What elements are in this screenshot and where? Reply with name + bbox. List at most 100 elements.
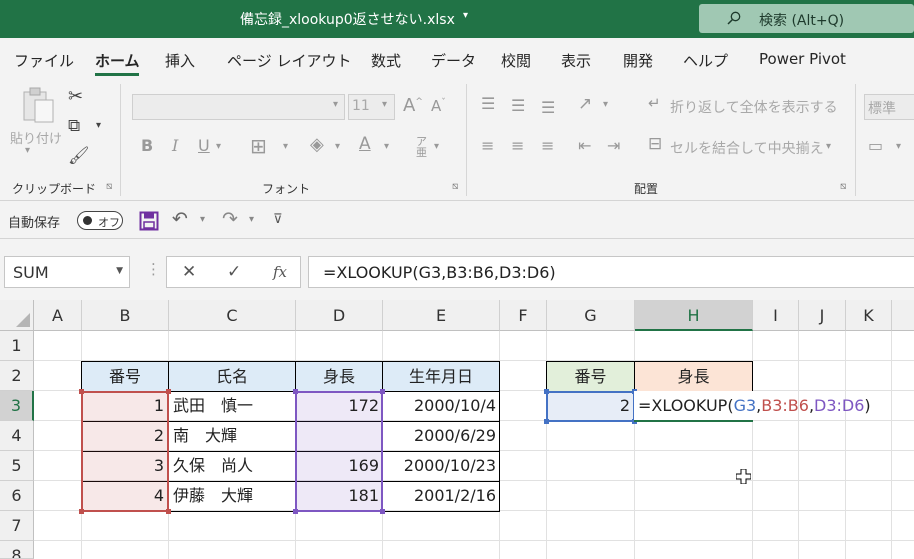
- lookup-header-number[interactable]: 番号: [546, 361, 635, 392]
- increase-font-icon[interactable]: A^: [403, 97, 423, 115]
- cell-d3[interactable]: 172: [300, 391, 379, 421]
- column-header-j[interactable]: J: [799, 300, 846, 331]
- autosave-toggle[interactable]: オフ: [77, 211, 123, 230]
- row-header-1[interactable]: 1: [0, 331, 34, 361]
- column-header-b[interactable]: B: [82, 300, 169, 331]
- confirm-entry-icon[interactable]: ✓: [227, 262, 241, 282]
- customize-qat-icon[interactable]: ⊽: [273, 213, 283, 226]
- column-header-d[interactable]: D: [296, 300, 383, 331]
- font-name-dropdown-icon[interactable]: ▾: [333, 100, 338, 110]
- accounting-format-icon[interactable]: ▭: [868, 138, 883, 154]
- cell-d6[interactable]: 181: [300, 481, 379, 511]
- table-header-birthdate[interactable]: 生年月日: [382, 361, 500, 392]
- cell-e3[interactable]: 2000/10/4: [385, 391, 496, 421]
- cell-b6[interactable]: 4: [90, 481, 164, 511]
- row-header-5[interactable]: 5: [0, 451, 34, 481]
- range-handle[interactable]: [79, 509, 84, 514]
- cut-icon[interactable]: ✂: [68, 88, 83, 106]
- tab-home[interactable]: ホーム: [95, 50, 140, 71]
- clipboard-launcher-icon[interactable]: ⧅: [106, 182, 112, 192]
- name-box-dropdown-icon[interactable]: ▼: [116, 266, 123, 276]
- tab-data[interactable]: データ: [431, 50, 476, 71]
- font-launcher-icon[interactable]: ⧅: [452, 182, 458, 192]
- cell-b5[interactable]: 3: [90, 451, 164, 481]
- cell-h3-editing-formula[interactable]: =XLOOKUP(G3,B3:B6,D3:D6): [638, 391, 871, 421]
- wrap-text-icon[interactable]: ↵: [648, 96, 661, 111]
- align-right-icon[interactable]: ≡: [541, 138, 554, 154]
- orientation-dropdown-icon[interactable]: ▾: [603, 100, 608, 110]
- column-header-c[interactable]: C: [169, 300, 296, 331]
- cell-b4[interactable]: 2: [90, 421, 164, 451]
- copy-dropdown-icon[interactable]: ▾: [96, 121, 101, 131]
- column-header-e[interactable]: E: [383, 300, 500, 331]
- borders-dropdown-icon[interactable]: ▾: [283, 142, 288, 152]
- align-top-icon[interactable]: ☰: [481, 96, 495, 112]
- cell-g3[interactable]: 2: [552, 391, 630, 421]
- range-handle[interactable]: [79, 389, 84, 394]
- range-handle[interactable]: [544, 389, 549, 394]
- cell-e5[interactable]: 2000/10/23: [385, 451, 496, 481]
- font-name-select[interactable]: [132, 94, 345, 120]
- search-box[interactable]: 検索 (Alt+Q): [699, 4, 914, 33]
- formula-input[interactable]: =XLOOKUP(G3,B3:B6,D3:D6): [308, 256, 914, 288]
- tab-file[interactable]: ファイル: [14, 50, 74, 71]
- undo-icon[interactable]: ↶: [172, 210, 188, 229]
- tab-power-pivot[interactable]: Power Pivot: [759, 50, 846, 68]
- row-header-6[interactable]: 6: [0, 481, 34, 511]
- underline-icon[interactable]: U: [198, 138, 210, 154]
- cell-e6[interactable]: 2001/2/16: [385, 481, 496, 511]
- cell-d5[interactable]: 169: [300, 451, 379, 481]
- table-header-height[interactable]: 身長: [295, 361, 383, 392]
- fill-color-icon[interactable]: ◈: [310, 136, 324, 154]
- range-handle[interactable]: [544, 419, 549, 424]
- bold-icon[interactable]: B: [141, 138, 153, 154]
- tab-help[interactable]: ヘルプ: [683, 50, 728, 71]
- font-size-dropdown-icon[interactable]: ▾: [382, 100, 387, 110]
- column-header-i[interactable]: I: [753, 300, 799, 331]
- redo-dropdown-icon[interactable]: ▾: [249, 215, 254, 225]
- paste-dropdown-icon[interactable]: ▾: [25, 146, 30, 156]
- merge-dropdown-icon[interactable]: ▾: [826, 142, 831, 152]
- align-bottom-icon[interactable]: ☰: [541, 100, 555, 116]
- underline-dropdown-icon[interactable]: ▾: [216, 142, 221, 152]
- italic-icon[interactable]: I: [172, 138, 178, 154]
- row-header-4[interactable]: 4: [0, 421, 34, 451]
- tab-review[interactable]: 校閲: [501, 50, 531, 71]
- fill-color-dropdown-icon[interactable]: ▾: [335, 142, 340, 152]
- decrease-font-icon[interactable]: Aˇ: [431, 99, 446, 114]
- cell-c6[interactable]: 伊藤 大輝: [173, 481, 253, 511]
- format-painter-icon[interactable]: 🖌: [68, 148, 90, 165]
- range-handle[interactable]: [293, 389, 298, 394]
- cell-e4[interactable]: 2000/6/29: [385, 421, 496, 451]
- merge-center-icon[interactable]: ⊟: [648, 136, 662, 153]
- align-middle-icon[interactable]: ☰: [511, 98, 525, 114]
- accounting-dropdown-icon[interactable]: ▾: [896, 142, 901, 152]
- range-handle[interactable]: [166, 509, 171, 514]
- font-color-icon[interactable]: A: [359, 136, 371, 153]
- redo-icon[interactable]: ↷: [222, 210, 238, 229]
- phonetic-dropdown-icon[interactable]: ▾: [434, 142, 439, 152]
- cell-b3[interactable]: 1: [90, 391, 164, 421]
- tab-page-layout[interactable]: ページ レイアウト: [227, 50, 351, 71]
- tab-formulas[interactable]: 数式: [371, 50, 401, 71]
- range-handle[interactable]: [293, 509, 298, 514]
- cell-c5[interactable]: 久保 尚人: [173, 451, 253, 481]
- paste-label[interactable]: 貼り付け: [10, 128, 62, 147]
- alignment-launcher-icon[interactable]: ⧅: [840, 182, 846, 192]
- column-header-f[interactable]: F: [500, 300, 547, 331]
- tab-developer[interactable]: 開発: [623, 50, 653, 71]
- cancel-entry-icon[interactable]: ✕: [182, 262, 196, 282]
- paste-icon[interactable]: [18, 86, 58, 126]
- column-header-a[interactable]: A: [34, 300, 82, 331]
- row-header-3[interactable]: 3: [0, 391, 34, 421]
- range-handle[interactable]: [166, 389, 171, 394]
- align-left-icon[interactable]: ≡: [481, 138, 494, 154]
- phonetic-icon[interactable]: ア亜: [416, 136, 427, 158]
- save-icon[interactable]: [139, 211, 159, 231]
- copy-icon[interactable]: ⧉: [68, 118, 80, 135]
- table-header-number[interactable]: 番号: [81, 361, 169, 392]
- font-color-dropdown-icon[interactable]: ▾: [384, 142, 389, 152]
- table-header-name[interactable]: 氏名: [168, 361, 296, 392]
- insert-function-icon[interactable]: fx: [273, 263, 287, 281]
- align-center-icon[interactable]: ≡: [511, 138, 524, 154]
